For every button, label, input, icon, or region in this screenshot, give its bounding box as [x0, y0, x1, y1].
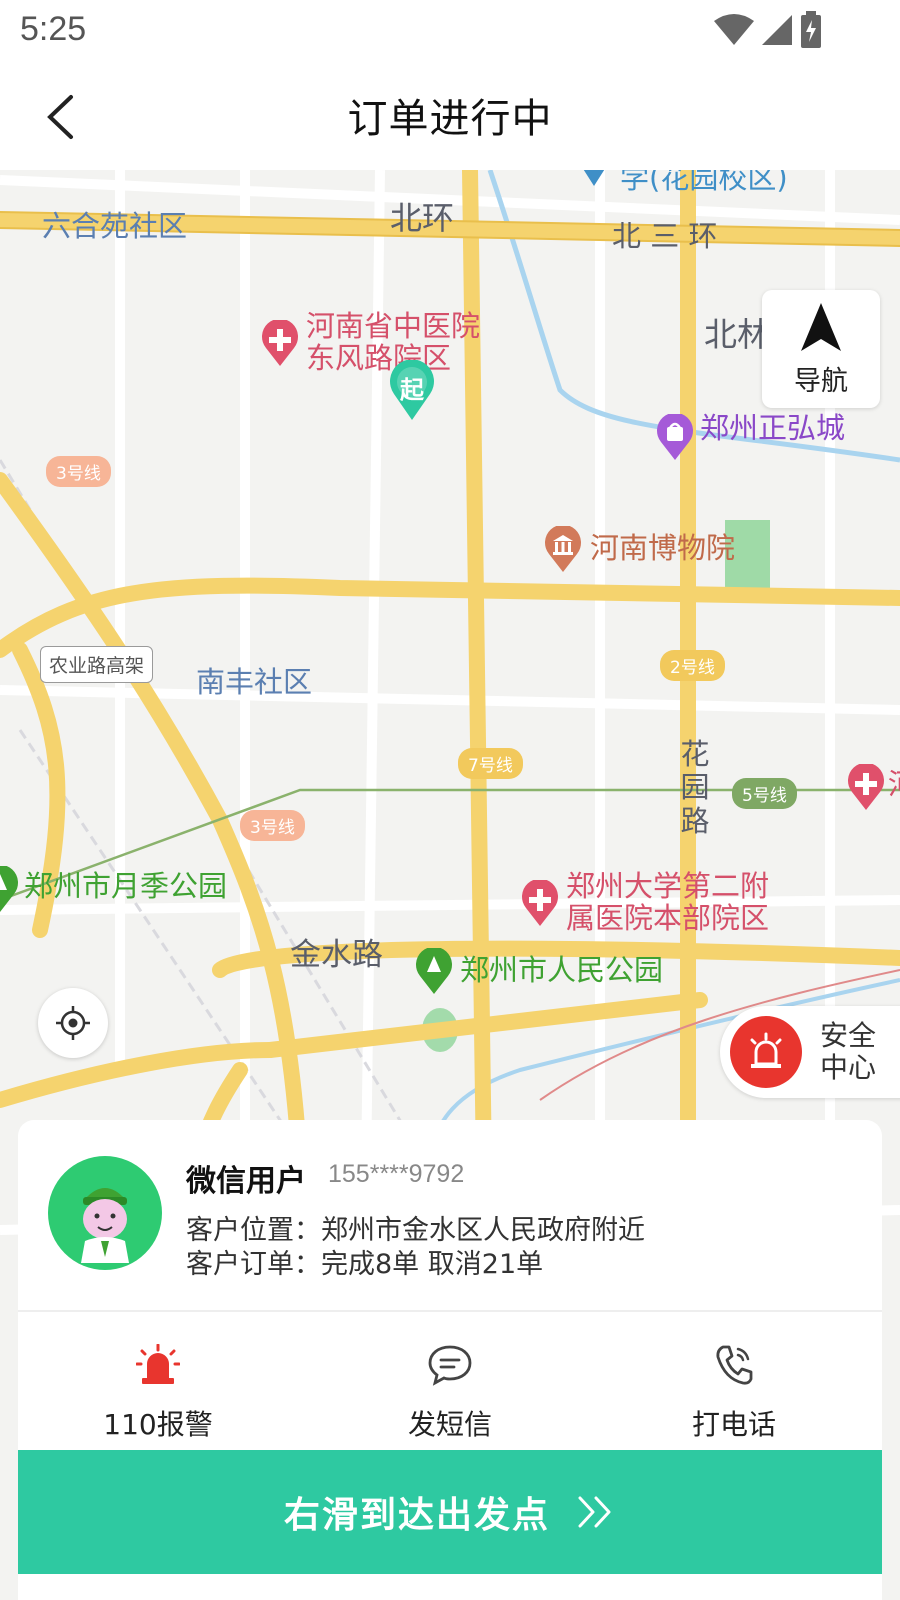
map-label-mall: 郑州正弘城: [700, 411, 846, 445]
slide-to-arrive-button[interactable]: 右滑到达出发点: [18, 1450, 882, 1574]
map-label-people-park: 郑州市人民公园: [460, 953, 664, 987]
map-label-nanfeng: 南丰社区: [196, 665, 313, 699]
action-row: 110报警 发短信 打电话: [18, 1314, 882, 1472]
status-time: 5:25: [20, 10, 87, 48]
park-pin-icon: [414, 948, 454, 996]
siren-icon: [136, 1341, 180, 1389]
status-bar: 5:25: [0, 0, 900, 62]
customer-card: 微信用户 155****9792 客户位置：郑州市金水区人民政府附近 客户订单：…: [18, 1120, 882, 1600]
hospital-pin-icon: [520, 880, 560, 928]
slide-to-arrive-label: 右滑到达出发点: [283, 1495, 550, 1536]
map-label-hospital-1a: 河南省中医院: [306, 309, 481, 343]
status-icons: [714, 10, 822, 50]
map-label-liuheyuan: 六合苑社区: [42, 209, 188, 243]
metro-line5-badge: 5号线: [732, 778, 797, 809]
map-label-edge-hospital: 河: [888, 770, 900, 799]
battery-icon: [801, 11, 821, 48]
map-label-yueji-park: 郑州市月季公园: [24, 869, 228, 903]
safety-center-button[interactable]: 安全中心: [720, 1006, 900, 1098]
start-marker[interactable]: 起: [388, 360, 436, 422]
card-divider: [18, 1310, 882, 1312]
alarm-light-icon: [730, 1016, 802, 1088]
metro-line7-badge: 7号线: [458, 748, 523, 779]
message-bubble-icon: [427, 1341, 473, 1389]
shopping-bag-pin-icon: [655, 414, 695, 462]
map-label-hospital-2b: 属医院本部院区: [566, 901, 770, 935]
make-call-button[interactable]: 打电话: [594, 1314, 874, 1470]
park-pin-icon: [0, 866, 20, 914]
send-sms-label: 发短信: [407, 1408, 492, 1441]
map-label-school: 学(花园校区): [620, 170, 788, 195]
map-label-beisanhuan: 北 三 环: [612, 219, 718, 253]
page-title: 订单进行中: [347, 96, 553, 142]
send-sms-button[interactable]: 发短信: [310, 1314, 590, 1470]
top-bar: 订单进行中: [0, 62, 900, 170]
police-110-label: 110报警: [103, 1408, 213, 1441]
make-call-label: 打电话: [691, 1408, 776, 1441]
start-marker-label: 起: [400, 376, 424, 404]
locate-crosshair-icon: [56, 1006, 90, 1040]
double-chevron-right-icon: [576, 1495, 616, 1529]
metro-line3-badge: 3号线: [46, 456, 111, 487]
customer-phone: 155****9792: [328, 1160, 465, 1188]
metro-line3-badge: 3号线: [240, 810, 305, 841]
metro-line2-badge: 2号线: [660, 650, 725, 681]
map-label-museum: 河南博物院: [590, 531, 736, 565]
museum-pin-icon: [543, 526, 583, 574]
school-pin-icon: [578, 170, 610, 188]
phone-icon: [713, 1341, 755, 1389]
navigation-label: 导航: [794, 365, 848, 397]
safety-center-label: 安全中心: [820, 1019, 877, 1085]
wifi-icon: [714, 14, 754, 45]
map-label-jinshui-road: 金水路: [290, 937, 383, 973]
hospital-pin-icon: [846, 764, 886, 812]
locate-button[interactable]: [38, 988, 108, 1058]
navigation-button[interactable]: 导航: [762, 290, 880, 408]
map-label-beihuan: 北环: [390, 199, 455, 237]
customer-name: 微信用户: [186, 1164, 306, 1199]
navigation-arrow-icon: [801, 302, 841, 351]
avatar-character-icon: [81, 1188, 129, 1263]
signal-icon: [762, 15, 792, 45]
customer-avatar: [48, 1156, 162, 1270]
hospital-pin-icon: [260, 320, 300, 368]
police-110-button[interactable]: 110报警: [18, 1314, 298, 1470]
map-label-huayuan-road: 花园路: [680, 737, 710, 838]
customer-orders: 客户订单：完成8单 取消21单: [186, 1249, 544, 1280]
map-label-hospital-2a: 郑州大学第二附: [566, 869, 770, 903]
map-label-beilin: 北林: [704, 315, 770, 354]
map-label-nongye-elevated: 农业路高架: [40, 646, 154, 683]
